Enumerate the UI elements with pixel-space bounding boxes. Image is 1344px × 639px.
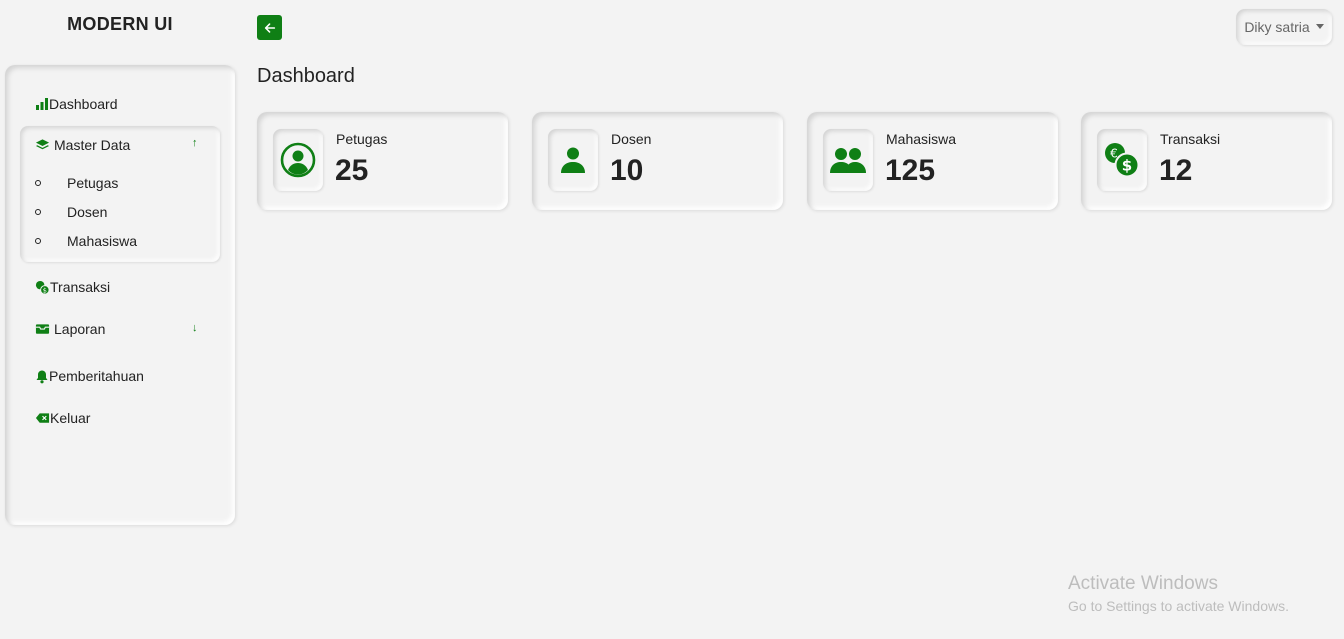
bullet-icon [35, 209, 41, 215]
arrow-left-icon [264, 22, 275, 33]
people-icon [830, 148, 866, 173]
sidebar-subitem-label: Mahasiswa [67, 233, 138, 249]
sidebar-item-laporan[interactable]: Laporan [35, 321, 105, 337]
card-label: Transaksi [1160, 131, 1221, 147]
sidebar-subitem-petugas[interactable]: Petugas [35, 175, 118, 191]
sidebar-item-dashboard[interactable]: Dashboard [35, 96, 118, 112]
windows-activation-watermark: Activate Windows Go to Settings to activ… [1068, 573, 1289, 614]
user-menu-dropdown[interactable]: Diky satria [1236, 9, 1332, 45]
caret-down-icon [1315, 24, 1324, 29]
stat-card-petugas[interactable]: Petugas 25 [257, 112, 508, 210]
card-icon-container [823, 129, 873, 191]
user-name: Diky satria [1244, 19, 1310, 35]
card-value: 12 [1159, 154, 1193, 187]
coins-icon: $ [35, 280, 50, 295]
brand-title: MODERN UI [67, 14, 173, 34]
stat-card-mahasiswa[interactable]: Mahasiswa 125 [807, 112, 1058, 210]
master-data-group: Master Data ↑ Petugas Dosen Mahasiswa [20, 126, 220, 262]
card-icon-container [273, 129, 323, 191]
sidebar-subitem-dosen[interactable]: Dosen [35, 204, 107, 220]
layers-icon [35, 139, 50, 150]
sidebar-item-transaksi[interactable]: $ Transaksi [35, 279, 110, 295]
stat-card-transaksi[interactable]: € $ Transaksi 12 [1081, 112, 1332, 210]
card-value: 25 [335, 154, 369, 187]
sidebar-subitem-mahasiswa[interactable]: Mahasiswa [35, 233, 137, 249]
watermark-title: Activate Windows [1068, 573, 1218, 594]
card-icon-container: € $ [1097, 129, 1147, 191]
bar-chart-icon [36, 98, 48, 110]
arrow-down-icon: ↓ [192, 322, 198, 334]
sidebar-subitem-label: Petugas [67, 175, 119, 191]
card-label: Dosen [611, 131, 652, 147]
svg-text:$: $ [43, 286, 47, 294]
bullet-icon [35, 238, 41, 244]
watermark-subtitle: Go to Settings to activate Windows. [1068, 598, 1289, 614]
person-icon [561, 147, 585, 173]
card-label: Petugas [336, 131, 388, 147]
page-title: Dashboard [257, 65, 355, 87]
sidebar-item-label: Dashboard [49, 96, 118, 112]
svg-text:$: $ [1122, 157, 1132, 175]
sidebar-item-pemberitahuan[interactable]: Pemberitahuan [35, 368, 144, 384]
arrow-up-icon: ↑ [192, 137, 198, 149]
sidebar-item-label: Pemberitahuan [49, 368, 144, 384]
sidebar-item-label: Master Data [54, 137, 131, 153]
bell-icon [36, 370, 48, 383]
sidebar-subitem-label: Dosen [67, 204, 108, 220]
stat-card-dosen[interactable]: Dosen 10 [532, 112, 783, 210]
inbox-icon [35, 324, 50, 334]
sidebar-item-label: Keluar [50, 410, 91, 426]
user-circle-icon [280, 142, 316, 178]
card-icon-container [548, 129, 598, 191]
card-value: 10 [610, 154, 644, 187]
bullet-icon [35, 180, 41, 186]
sidebar-item-master-data[interactable]: Master Data [35, 137, 130, 153]
back-button[interactable] [257, 15, 282, 40]
sidebar-item-label: Transaksi [50, 279, 111, 295]
card-value: 125 [885, 154, 936, 187]
sidebar: Dashboard Master Data ↑ Petugas Dosen Ma… [5, 65, 235, 525]
backspace-icon [35, 413, 50, 423]
card-label: Mahasiswa [886, 131, 957, 147]
currency-exchange-icon: € $ [1105, 143, 1140, 178]
sidebar-item-keluar[interactable]: Keluar [35, 410, 90, 426]
sidebar-item-label: Laporan [54, 321, 106, 337]
